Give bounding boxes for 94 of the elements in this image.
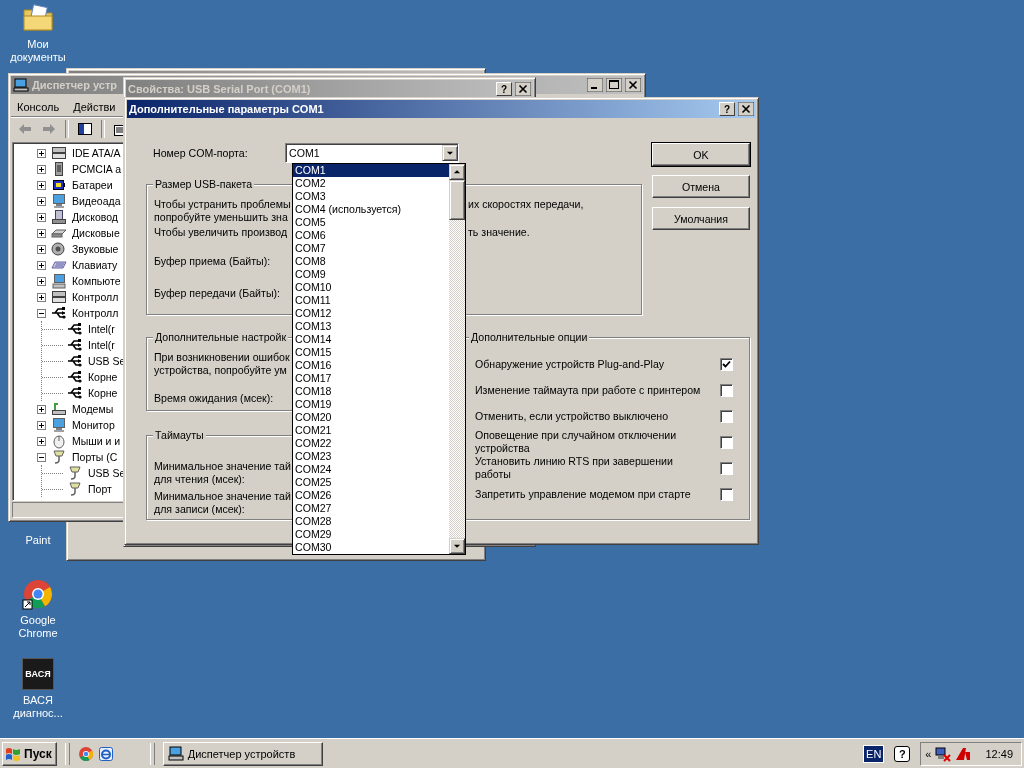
field-label: Минимальное значение тай для записи (мсек): [154, 490, 291, 516]
list-item[interactable]: COM8 [293, 255, 449, 268]
list-item[interactable]: COM14 [293, 333, 449, 346]
help-tray-button[interactable]: ? [894, 745, 911, 762]
tree-item[interactable]: Контролл [72, 307, 119, 319]
list-item[interactable]: COM17 [293, 372, 449, 385]
list-item[interactable]: COM28 [293, 515, 449, 528]
group-title: Таймауты [153, 429, 206, 441]
dialog-button[interactable]: Отмена [652, 175, 750, 198]
list-item[interactable]: COM19 [293, 398, 449, 411]
tree-item[interactable]: Порт [88, 483, 112, 495]
field-label: Буфер передачи (Байты): [154, 287, 280, 300]
dialog-button[interactable]: OK [652, 143, 750, 166]
list-item[interactable]: COM24 [293, 463, 449, 476]
menu-item[interactable]: Консоль [17, 101, 60, 113]
tree-item[interactable]: IDE ATA/A [72, 147, 121, 159]
list-item[interactable]: COM2 [293, 177, 449, 190]
clock: 12:49 [985, 747, 1013, 760]
desktop-icon-label[interactable]: Мои документы [0, 38, 76, 64]
list-item[interactable]: COM29 [293, 528, 449, 541]
desktop-icon-label[interactable]: ВАСЯ диагнос... [0, 694, 76, 720]
tray-expand-button[interactable]: « [925, 747, 932, 760]
list-item[interactable]: COM1 [293, 164, 449, 177]
window-title: Свойства: USB Serial Port (COM1) [128, 83, 311, 95]
dialog-button[interactable]: Умолчания [652, 207, 750, 230]
list-item[interactable]: COM27 [293, 502, 449, 515]
tree-item[interactable]: Компьюте [72, 275, 121, 287]
list-item[interactable]: COM11 [293, 294, 449, 307]
tree-item[interactable]: Мыши и и [72, 435, 121, 447]
tree-item[interactable]: Дисковод [72, 211, 118, 223]
list-item[interactable]: COM20 [293, 411, 449, 424]
field-label: Минимальное значение тай для чтения (мсек): [154, 460, 291, 486]
taskbar-button[interactable]: Диспетчер устройств [162, 741, 323, 766]
checkbox-label: Обнаружение устройств Plug-and-Play [475, 357, 665, 371]
list-item[interactable]: COM6 [293, 229, 449, 242]
list-item[interactable]: COM3 [293, 190, 449, 203]
list-item[interactable]: COM7 [293, 242, 449, 255]
list-item[interactable]: COM18 [293, 385, 449, 398]
tree-item[interactable]: Intel(r [88, 323, 115, 335]
field-label: Буфер приема (Байты): [154, 255, 271, 268]
window-title: Диспетчер устр [32, 79, 118, 91]
list-item[interactable]: COM9 [293, 268, 449, 281]
list-item[interactable]: COM30 [293, 541, 449, 554]
checkbox-label: Оповещение при случайном отключении устройства [475, 429, 677, 455]
checkbox-label: Изменение таймаута при работе с принтером [475, 383, 701, 397]
desktop-icon-label[interactable]: Google Chrome [0, 614, 76, 640]
tree-item[interactable]: Контролл [72, 291, 119, 303]
list-item[interactable]: COM26 [293, 489, 449, 502]
port-dropdown[interactable]: COM1 [285, 143, 459, 163]
description-text: попробуйте уменьшить зна [154, 211, 289, 224]
list-item[interactable]: COM13 [293, 320, 449, 333]
tree-item[interactable]: Батареи [72, 179, 113, 191]
list-item[interactable]: COM10 [293, 281, 449, 294]
list-item[interactable]: COM16 [293, 359, 449, 372]
list-item[interactable]: COM15 [293, 346, 449, 359]
list-item[interactable]: COM23 [293, 450, 449, 463]
tree-item[interactable]: Дисковые [72, 227, 120, 239]
app-icon[interactable]: ВАСЯ [22, 658, 54, 690]
checkbox-label: Отменить, если устройство выключено [475, 409, 669, 423]
tree-item[interactable]: Порты (C [72, 451, 118, 463]
tree-item[interactable]: PCMCIA a [72, 163, 121, 175]
menu-item[interactable]: Действи [73, 101, 116, 113]
tree-item[interactable]: Корне [88, 371, 118, 383]
checkbox-label: Установить линию RTS при завершении работы [475, 455, 673, 481]
tree-item[interactable]: Модемы [72, 403, 114, 415]
list-item[interactable]: COM25 [293, 476, 449, 489]
group-title: Размер USB-пакета [153, 178, 255, 190]
field-label: Номер COM-порта: [152, 147, 249, 159]
tree-item[interactable]: Монитор [72, 419, 115, 431]
start-button[interactable]: Пуск [2, 741, 57, 766]
group-title: Дополнительные опции [469, 331, 590, 343]
language-indicator[interactable]: EN [863, 744, 885, 763]
description-text: Чтобы увеличить производ [154, 226, 289, 239]
tree-item[interactable]: Клавиату [72, 259, 118, 271]
description-text: ть значение. [468, 226, 531, 239]
description-text: Чтобы устранить проблемы [154, 198, 292, 211]
description-text: их скоростях передачи, [468, 198, 585, 211]
window-title: Дополнительные параметры COM1 [129, 103, 324, 115]
list-item[interactable]: COM21 [293, 424, 449, 437]
tree-item[interactable]: Корне [88, 387, 118, 399]
help-button[interactable]: ? [496, 82, 512, 96]
desktop-icon-label[interactable]: Paint [25, 534, 51, 547]
help-button[interactable]: ? [719, 102, 735, 116]
checkbox-label: Запретить управление модемом при старте [475, 487, 691, 501]
list-item[interactable]: COM4 (используется) [293, 203, 449, 216]
description-text: При возникновении ошибок устройства, попробуйте ум [154, 351, 290, 377]
tree-item[interactable]: Видеоада [72, 195, 121, 207]
tree-item[interactable]: Звуковые [72, 243, 119, 255]
tree-item[interactable]: Intel(r [88, 339, 115, 351]
list-item[interactable]: COM12 [293, 307, 449, 320]
group-title: Дополнительные настройк [153, 331, 289, 343]
field-label: Время ожидания (мсек): [154, 392, 274, 405]
list-item[interactable]: COM22 [293, 437, 449, 450]
list-item[interactable]: COM5 [293, 216, 449, 229]
